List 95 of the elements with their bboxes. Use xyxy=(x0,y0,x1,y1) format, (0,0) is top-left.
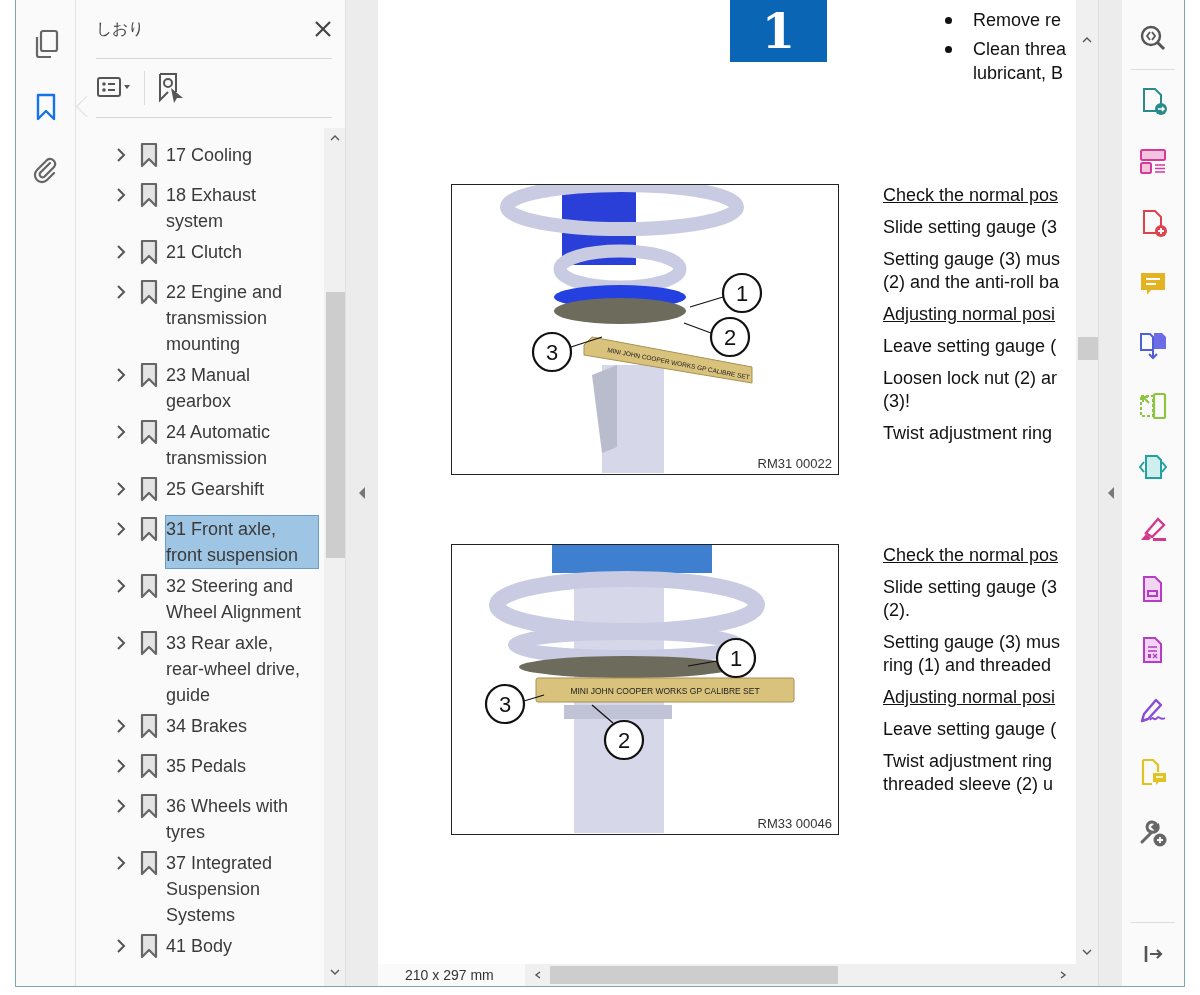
leader-line xyxy=(591,704,614,724)
document-arrows-icon xyxy=(1138,452,1168,482)
bullet-dot xyxy=(945,17,952,24)
bookmark-icon xyxy=(140,476,158,502)
scrollbar-thumb[interactable] xyxy=(550,966,838,984)
bookmark-icon xyxy=(140,933,158,959)
bookmark-item[interactable]: 23 Manual gearbox xyxy=(166,362,318,414)
wrench-plus-icon xyxy=(1138,818,1168,848)
figure-code: RM33 00046 xyxy=(757,816,832,831)
expand-chevron[interactable] xyxy=(114,855,128,871)
documents-arrow-icon xyxy=(1138,330,1168,360)
section-heading: Check the normal pos xyxy=(883,544,1060,567)
bookmark-icon xyxy=(140,573,158,599)
leader-line xyxy=(523,694,545,702)
bookmark-item[interactable]: 35 Pedals xyxy=(166,753,318,779)
bookmark-item[interactable]: 33 Rear axle, rear-wheel drive, guide xyxy=(166,630,318,708)
leader-line xyxy=(689,296,724,308)
callout-marker: 1 xyxy=(721,272,763,314)
bookmark-icon xyxy=(140,279,158,305)
expand-chevron[interactable] xyxy=(114,284,128,300)
callout-marker: 1 xyxy=(715,637,757,679)
bookmark-item[interactable]: 18 Exhaust system xyxy=(166,182,318,234)
close-button[interactable] xyxy=(314,20,332,38)
scrollbar-thumb[interactable] xyxy=(326,292,345,558)
bookmark-item[interactable]: 22 Engine and transmission mounting xyxy=(166,279,318,357)
instruction-text: Leave setting gauge ( xyxy=(883,718,1058,741)
bookmark-icon xyxy=(140,362,158,388)
crop-icon xyxy=(1138,391,1168,421)
collapse-arrow-icon[interactable] xyxy=(358,486,366,500)
section-heading: Adjusting normal posi xyxy=(883,686,1057,709)
bookmark-icon xyxy=(140,516,158,542)
layout-icon xyxy=(1138,147,1168,177)
instruction-text: Slide setting gauge (3 (2). xyxy=(883,576,1059,622)
panel-title: しおり xyxy=(96,18,144,40)
section-heading: Adjusting normal posi xyxy=(883,303,1057,326)
bookmark-item[interactable]: 24 Automatic transmission xyxy=(166,419,318,471)
bookmark-icon xyxy=(140,142,158,168)
bookmark-item[interactable]: 41 Body xyxy=(166,933,318,959)
leader-line xyxy=(570,336,603,348)
bookmark-icon xyxy=(140,419,158,445)
zoom-icon xyxy=(1139,24,1167,52)
instruction-text: Slide setting gauge (3 xyxy=(883,216,1059,239)
bookmark-item[interactable]: 25 Gearshift xyxy=(166,476,318,502)
expand-chevron[interactable] xyxy=(114,938,128,954)
expand-chevron[interactable] xyxy=(114,367,128,383)
instruction-text: Leave setting gauge ( xyxy=(883,335,1058,358)
bookmark-icon xyxy=(140,182,158,208)
callout-marker: 3 xyxy=(531,331,573,373)
expand-chevron[interactable] xyxy=(114,758,128,774)
find-bookmark-button[interactable] xyxy=(157,72,185,104)
bookmark-icon xyxy=(35,93,56,121)
collapse-arrow-icon[interactable] xyxy=(1106,486,1115,500)
bullet-dot xyxy=(945,46,952,53)
expand-chevron[interactable] xyxy=(114,147,128,163)
options-menu-button[interactable] xyxy=(96,76,132,100)
page-size: 210 x 297 mm xyxy=(404,967,495,983)
instruction-text: Twist adjustment ring threaded sleeve (2) u xyxy=(883,750,1055,796)
expand-chevron[interactable] xyxy=(114,481,128,497)
bookmark-icon xyxy=(140,850,158,876)
instruction-text: Loosen lock nut (2) ar (3)! xyxy=(883,367,1059,413)
figure-code: RM31 00022 xyxy=(757,456,832,471)
bookmark-icon xyxy=(140,753,158,779)
chapter-badge: 1 xyxy=(730,0,827,62)
bookmark-icon xyxy=(140,793,158,819)
bullet-text: Remove re xyxy=(973,9,1062,32)
bookmark-icon xyxy=(140,239,158,265)
expand-chevron[interactable] xyxy=(114,187,128,203)
section-heading: Check the normal pos xyxy=(883,184,1060,207)
leader-line xyxy=(683,322,712,334)
callout-marker: 2 xyxy=(603,719,645,761)
bookmark-item[interactable]: 37 Integrated Suspension Systems xyxy=(166,850,318,928)
expand-chevron[interactable] xyxy=(114,424,128,440)
bookmark-item[interactable]: 17 Cooling xyxy=(166,142,318,168)
scrollbar-thumb[interactable] xyxy=(1078,337,1098,360)
bookmark-item[interactable]: 21 Clutch xyxy=(166,239,318,265)
bookmark-icon xyxy=(140,630,158,656)
bookmark-item[interactable]: 32 Steering and Wheel Alignment xyxy=(166,573,318,625)
expand-chevron[interactable] xyxy=(114,521,128,537)
bullet-text: Clean threa lubricant, B xyxy=(973,38,1067,85)
instruction-text: Setting gauge (3) mus ring (1) and threaded xyxy=(883,631,1061,677)
gauge-label: MINI JOHN COOPER WORKS GP CALIBRE SET xyxy=(570,686,760,696)
bookmark-item[interactable]: 36 Wheels with tyres xyxy=(166,793,318,845)
bookmark-item[interactable]: 34 Brakes xyxy=(166,713,318,739)
leader-line xyxy=(687,660,718,667)
bookmark-item[interactable]: 31 Front axle, front suspension xyxy=(166,516,318,568)
callout-marker: 2 xyxy=(709,316,751,358)
callout-marker: 3 xyxy=(484,683,526,725)
expand-chevron[interactable] xyxy=(114,798,128,814)
expand-chevron[interactable] xyxy=(114,718,128,734)
expand-chevron[interactable] xyxy=(114,578,128,594)
expand-chevron[interactable] xyxy=(114,244,128,260)
expand-chevron[interactable] xyxy=(114,635,128,651)
instruction-text: Twist adjustment ring xyxy=(883,422,1054,445)
bookmark-icon xyxy=(140,713,158,739)
instruction-text: Setting gauge (3) mus (2) and the anti-roll ba xyxy=(883,248,1061,294)
